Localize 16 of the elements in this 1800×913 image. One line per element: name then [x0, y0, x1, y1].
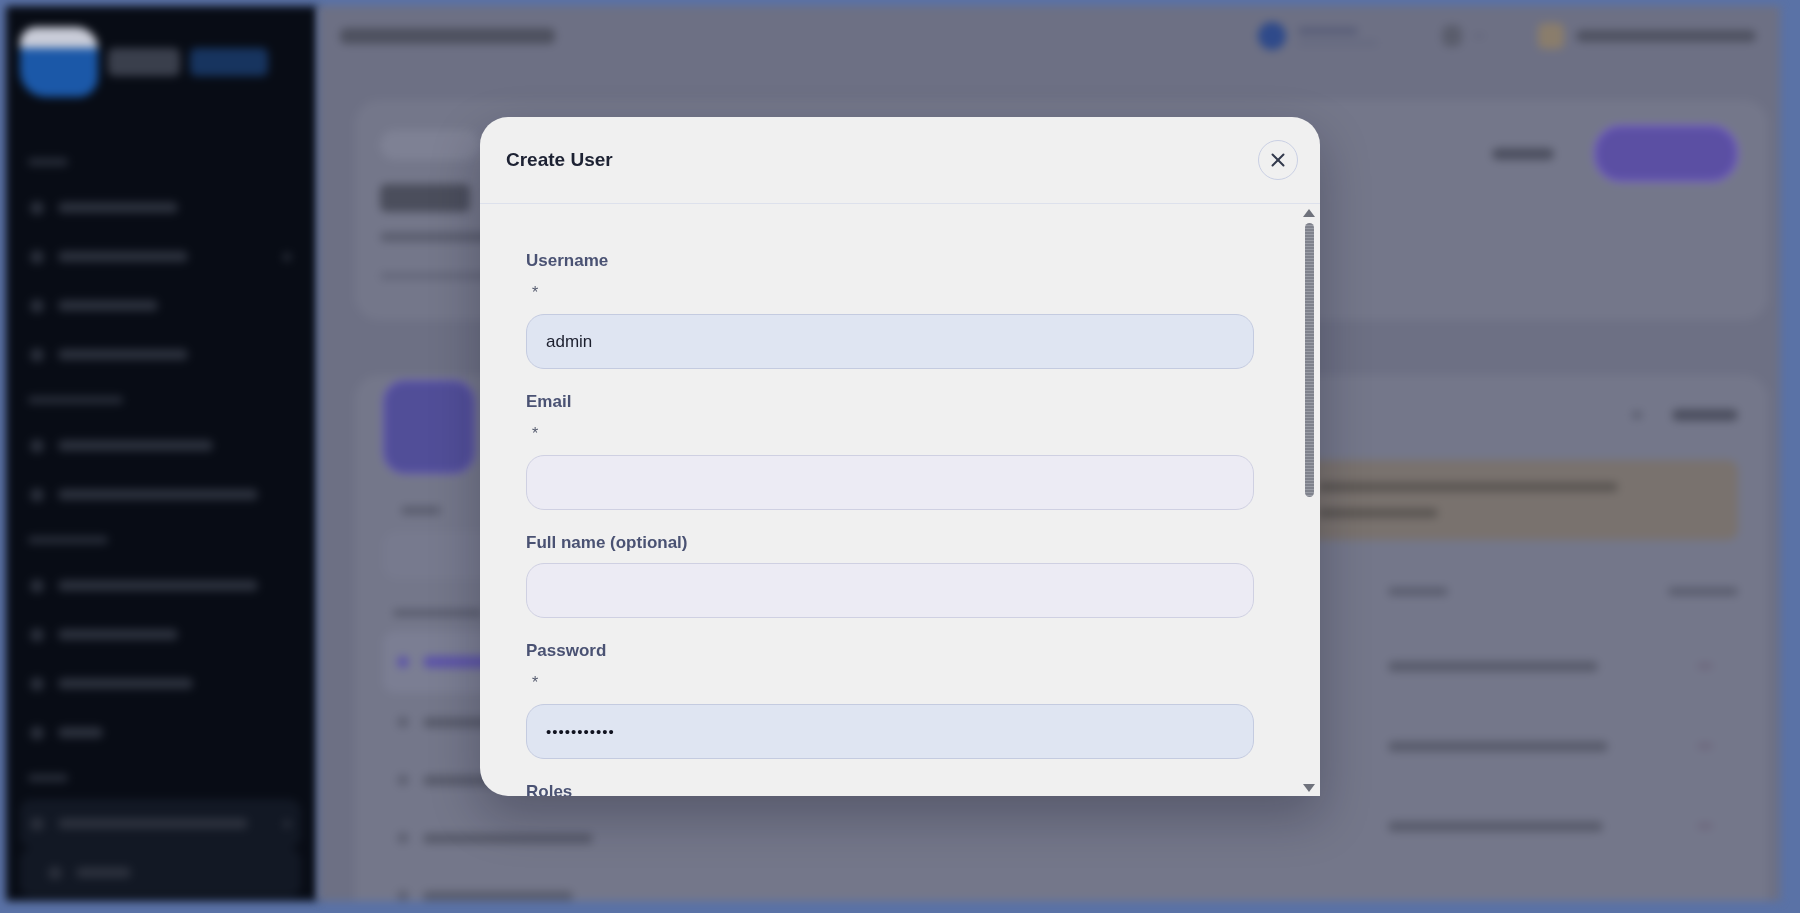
text-field[interactable]: [526, 455, 1254, 510]
scroll-down-icon[interactable]: [1303, 784, 1315, 792]
text-field[interactable]: admin: [526, 314, 1254, 369]
field-label: Username: [526, 250, 609, 272]
field-label: Full name (optional): [526, 532, 688, 554]
close-button[interactable]: [1258, 140, 1298, 180]
required-marker: *: [532, 673, 539, 693]
password-field[interactable]: •••••••••••: [526, 704, 1254, 759]
scrollbar-thumb[interactable]: [1304, 223, 1314, 497]
required-marker: *: [532, 424, 539, 444]
scroll-up-icon[interactable]: [1303, 209, 1315, 217]
field-label: Email: [526, 391, 572, 413]
text-field[interactable]: [526, 563, 1254, 618]
dialog-title: Create User: [506, 149, 613, 171]
field-label: Password: [526, 640, 607, 662]
required-marker: *: [532, 283, 539, 303]
